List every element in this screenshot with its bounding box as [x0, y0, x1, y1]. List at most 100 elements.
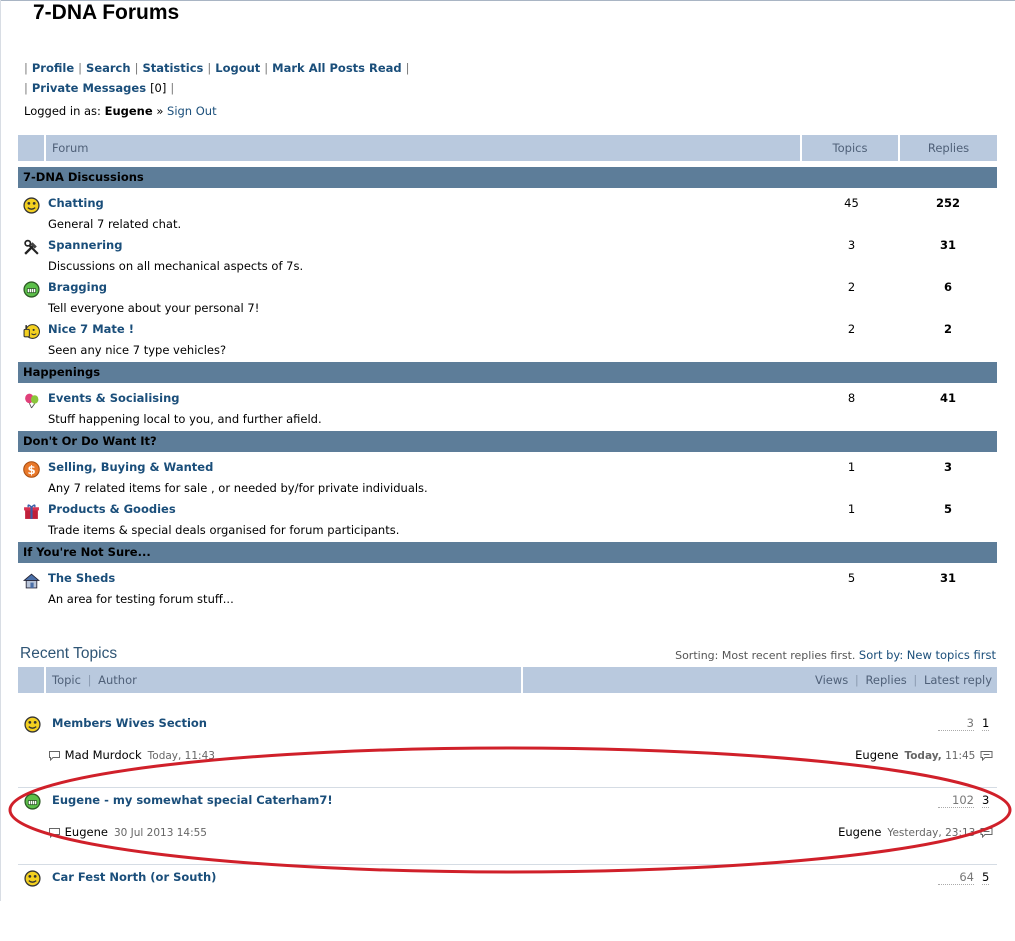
forum-row: The Sheds An area for testing forum stuf…: [18, 566, 997, 608]
forum-row: Products & Goodies Trade items & special…: [18, 497, 997, 539]
go-to-last-post-icon[interactable]: [979, 827, 994, 838]
forum-link-products-goodies[interactable]: Products & Goodies: [48, 502, 176, 516]
sort-new-topics-link[interactable]: New topics first: [907, 648, 996, 662]
forum-replies-count: 2: [943, 322, 952, 336]
forum-replies-count: 31: [939, 571, 956, 585]
house-icon: [23, 573, 40, 589]
dollar-icon: $: [23, 461, 40, 478]
nav-logout-link[interactable]: Logout: [215, 61, 260, 75]
forum-replies-count: 41: [939, 391, 956, 405]
topic-replies: 3: [982, 793, 990, 808]
site-title: 7-DNA Forums: [33, 1, 180, 24]
nav-statistics-link[interactable]: Statistics: [142, 61, 203, 75]
category-header[interactable]: 7-DNA Discussions: [18, 167, 997, 188]
topic-replies: 1: [982, 716, 990, 731]
forum-row: Chatting General 7 related chat. 45 252: [18, 191, 997, 233]
topic-link[interactable]: Car Fest North (or South): [52, 870, 216, 884]
forum-link-nice-7-mate[interactable]: Nice 7 Mate !: [48, 322, 134, 336]
pm-count: [0]: [150, 81, 167, 95]
go-to-last-post-icon[interactable]: [979, 750, 994, 761]
forum-row: Bragging Tell everyone about your person…: [18, 275, 997, 317]
forum-topics-count: 45: [844, 196, 859, 210]
smiley-icon: [24, 870, 41, 887]
login-status: Logged in as: Eugene » Sign Out: [24, 104, 217, 118]
col-replies: Replies: [900, 135, 997, 161]
col-topic[interactable]: Topic: [52, 673, 81, 687]
topic-row: Eugene - my somewhat special Caterham7! …: [18, 787, 997, 865]
forum-description: Tell everyone about your personal 7!: [48, 301, 260, 315]
svg-text:$: $: [27, 463, 35, 477]
nav-private-messages-link[interactable]: Private Messages: [32, 81, 146, 95]
forum-description: Any 7 related items for sale , or needed…: [48, 481, 428, 495]
topic-author: Eugene 30 Jul 2013 14:55: [48, 825, 207, 839]
col-topics: Topics: [802, 135, 900, 161]
category-header[interactable]: Happenings: [18, 362, 997, 383]
sign-out-link[interactable]: Sign Out: [167, 104, 217, 118]
category-header[interactable]: Don't Or Do Want It?: [18, 431, 997, 452]
nav-bar-row-2: | Private Messages [0] |: [24, 81, 175, 95]
topic-replies: 5: [982, 870, 990, 885]
forum-replies-count: 31: [939, 238, 956, 252]
topic-link[interactable]: Members Wives Section: [52, 716, 207, 730]
forum-topics-count: 1: [847, 502, 856, 516]
sorting-info: Sorting: Most recent replies first. Sort…: [675, 648, 996, 662]
grin-icon: [24, 793, 41, 810]
thumbs-up-icon: [23, 324, 40, 339]
forum-description: An area for testing forum stuff...: [48, 592, 234, 606]
forum-row: $ Selling, Buying & Wanted Any 7 related…: [18, 455, 997, 497]
forum-row: Events & Socialising Stuff happening loc…: [18, 386, 997, 428]
forum-topics-count: 2: [847, 322, 856, 336]
col-forum: Forum: [46, 135, 802, 161]
forum-row: Spannering Discussions on all mechanical…: [18, 233, 997, 275]
forum-replies-count: 5: [943, 502, 952, 516]
forum-topics-count: 2: [847, 280, 856, 294]
col-views[interactable]: Views: [815, 673, 848, 687]
forum-table-header: Forum Topics Replies: [18, 135, 997, 161]
forum-link-events-socialising[interactable]: Events & Socialising: [48, 391, 180, 405]
forum-replies-count: 6: [943, 280, 952, 294]
forum-topics-count: 3: [847, 238, 856, 252]
nav-mark-all-read-link[interactable]: Mark All Posts Read: [272, 61, 401, 75]
forum-topics-count: 1: [847, 460, 856, 474]
sort-by-label: Sort by:: [858, 648, 904, 662]
smiley-icon: [23, 197, 40, 214]
balloons-icon: [25, 393, 39, 409]
forum-description: Discussions on all mechanical aspects of…: [48, 259, 304, 273]
speech-bubble-icon: [49, 751, 60, 761]
topic-views: 64: [938, 870, 974, 885]
topic-link[interactable]: Eugene - my somewhat special Caterham7!: [52, 793, 333, 807]
topic-views: 102: [938, 793, 974, 808]
recent-topics-title: Recent Topics: [20, 645, 118, 662]
topic-row: Members Wives Section 3 1 Mad Murdock Tod…: [18, 710, 997, 788]
left-border: [0, 0, 1, 901]
forum-topics-count: 5: [847, 571, 856, 585]
forum-topics-count: 8: [847, 391, 856, 405]
smiley-icon: [24, 716, 41, 733]
forum-link-bragging[interactable]: Bragging: [48, 280, 107, 294]
topic-author: Mad Murdock Today, 11:43: [48, 748, 215, 762]
forum-replies-count: 3: [943, 460, 952, 474]
topic-latest-reply: Eugene Yesterday, 23:13: [838, 825, 994, 839]
forum-replies-count: 252: [935, 196, 960, 210]
forum-link-the-sheds[interactable]: The Sheds: [48, 571, 115, 585]
logged-in-user: Eugene: [104, 104, 153, 118]
forum-link-chatting[interactable]: Chatting: [48, 196, 104, 210]
tools-icon: [24, 239, 39, 255]
col-replies-recent[interactable]: Replies: [865, 673, 906, 687]
forum-link-selling-buying-wanted[interactable]: Selling, Buying & Wanted: [48, 460, 213, 474]
nav-search-link[interactable]: Search: [86, 61, 131, 75]
forum-link-spannering[interactable]: Spannering: [48, 238, 122, 252]
nav-profile-link[interactable]: Profile: [32, 61, 74, 75]
col-latest-reply[interactable]: Latest reply: [924, 673, 992, 687]
nav-bar-row-1: | Profile | Search | Statistics | Logout | Mark A…: [24, 61, 410, 75]
forum-description: General 7 related chat.: [48, 217, 182, 231]
forum-description: Trade items & special deals organised fo…: [48, 523, 400, 537]
col-author[interactable]: Author: [98, 673, 137, 687]
topic-row: Car Fest North (or South) 64 5: [18, 864, 997, 941]
grin-icon: [23, 281, 40, 298]
topic-latest-reply: Eugene Today, 11:45: [855, 748, 994, 762]
category-header[interactable]: If You're Not Sure...: [18, 542, 997, 563]
topic-views: 3: [938, 716, 974, 731]
forum-row: Nice 7 Mate ! Seen any nice 7 type vehic…: [18, 317, 997, 359]
recent-topics-header: Topic | Author Views | Replies | Latest …: [18, 667, 997, 693]
